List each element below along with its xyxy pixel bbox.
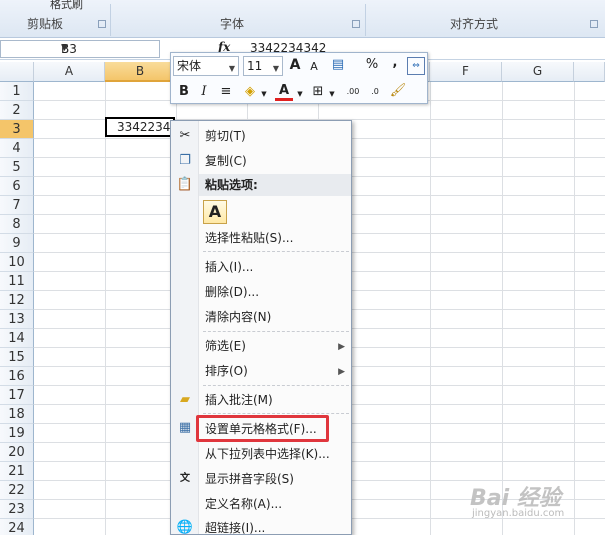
hyperlink-icon: 🌐 [176, 520, 194, 535]
menu-item-hyperlink[interactable]: 超链接(I)... [199, 517, 351, 535]
menu-separator [203, 331, 349, 332]
row-header[interactable]: 20 [0, 443, 34, 462]
italic-icon[interactable]: I [195, 84, 213, 102]
row-header[interactable]: 16 [0, 367, 34, 386]
row-header[interactable]: 9 [0, 234, 34, 253]
row-header[interactable]: 19 [0, 424, 34, 443]
scissors-icon: ✂ [179, 128, 191, 143]
clipboard-group-label: 剪贴板 [27, 17, 64, 31]
row-header[interactable]: 1 [0, 82, 34, 101]
chevron-right-icon: ▶ [338, 342, 345, 352]
font-name-value: 宋体 [177, 59, 202, 73]
row-header[interactable]: 6 [0, 177, 34, 196]
percent-style-icon[interactable]: % [363, 57, 381, 75]
row-header[interactable]: 5 [0, 158, 34, 177]
row-header[interactable]: 14 [0, 329, 34, 348]
chevron-down-icon[interactable]: ▼ [291, 86, 309, 104]
column-header-f[interactable]: F [430, 62, 502, 82]
format-painter-icon[interactable]: 🖌 [389, 83, 407, 101]
column-header-g[interactable]: G [502, 62, 574, 82]
select-all-corner[interactable] [0, 62, 34, 82]
center-align-icon[interactable]: ≡ [217, 84, 235, 102]
column-header-partial[interactable] [574, 62, 605, 82]
row-header[interactable]: 7 [0, 196, 34, 215]
alignment-group-label: 对齐方式 [450, 17, 499, 31]
menu-item-paste-options: 粘贴选项: [199, 174, 351, 196]
row-header[interactable]: 13 [0, 310, 34, 329]
chevron-down-icon[interactable]: ▼ [61, 43, 155, 53]
menu-separator [203, 413, 349, 414]
accounting-format-icon[interactable]: ▤ [329, 57, 347, 75]
row-header[interactable]: 17 [0, 386, 34, 405]
grow-font-icon[interactable]: A [286, 57, 304, 75]
menu-item-cut[interactable]: 剪切(T) [199, 125, 351, 147]
menu-item-clear-contents[interactable]: 清除内容(N) [199, 306, 351, 328]
row-header[interactable]: 11 [0, 272, 34, 291]
row-header[interactable]: 4 [0, 139, 34, 158]
paste-option-button[interactable]: A [203, 200, 227, 224]
increase-decimal-icon[interactable]: .00 [341, 84, 365, 102]
ribbon-divider [110, 4, 111, 36]
ribbon-divider [365, 4, 366, 36]
row-header[interactable]: 24 [0, 519, 34, 535]
row-header[interactable]: 22 [0, 481, 34, 500]
font-size-value: 11 [247, 59, 263, 73]
font-size-select[interactable]: 11 ▼ [243, 56, 283, 76]
row-header[interactable]: 10 [0, 253, 34, 272]
font-launcher-icon[interactable] [352, 20, 360, 28]
column-header-a[interactable]: A [34, 62, 105, 82]
pinyin-icon: 文 [180, 473, 190, 484]
format-cells-icon: ▦ [178, 420, 192, 435]
chevron-down-icon[interactable]: ▼ [273, 60, 279, 78]
row-header[interactable]: 2 [0, 101, 34, 120]
menu-separator [203, 251, 349, 252]
chevron-down-icon[interactable]: ▼ [323, 86, 341, 104]
format-painter-button[interactable]: 格式刷 [50, 0, 83, 12]
decrease-decimal-icon[interactable]: .0 [363, 84, 387, 102]
comment-icon: ▰ [180, 392, 190, 407]
menu-item-sort[interactable]: 排序(O) [199, 360, 351, 382]
row-header[interactable]: 8 [0, 215, 34, 234]
menu-item-show-pinyin[interactable]: 显示拼音字段(S) [199, 468, 351, 490]
copy-icon: ❐ [179, 153, 191, 168]
menu-item-define-name[interactable]: 定义名称(A)... [199, 493, 351, 515]
cell-b3[interactable]: 3342234342 [105, 117, 175, 137]
row-header[interactable]: 23 [0, 500, 34, 519]
clipboard-launcher-icon[interactable] [98, 20, 106, 28]
menu-item-copy[interactable]: 复制(C) [199, 150, 351, 172]
chevron-right-icon: ▶ [338, 367, 345, 377]
name-box[interactable]: B3 ▼ [0, 40, 160, 58]
menu-item-paste-special[interactable]: 选择性粘贴(S)... [199, 227, 351, 249]
row-header[interactable]: 3 [0, 120, 34, 139]
row-header[interactable]: 18 [0, 405, 34, 424]
bold-icon[interactable]: B [175, 84, 193, 102]
font-group-label: 字体 [220, 17, 245, 31]
row-header[interactable]: 15 [0, 348, 34, 367]
chevron-down-icon[interactable]: ▼ [229, 60, 235, 78]
context-menu: ✂ 剪切(T) ❐ 复制(C) 📋 粘贴选项: A 选择性粘贴(S)... 插入… [170, 120, 352, 535]
menu-separator [203, 385, 349, 386]
watermark-url: jingyan.baidu.com [472, 508, 565, 519]
ribbon: 格式刷 剪贴板 字体 对齐方式 [0, 0, 605, 38]
comma-style-icon[interactable]: , [386, 55, 404, 73]
menu-item-insert-comment[interactable]: 插入批注(M) [199, 389, 351, 411]
menu-item-insert[interactable]: 插入(I)... [199, 256, 351, 278]
menu-item-pick-from-list[interactable]: 从下拉列表中选择(K)... [199, 443, 351, 465]
chevron-down-icon[interactable]: ▼ [255, 86, 273, 104]
column-header-b[interactable]: B [105, 62, 176, 82]
font-name-select[interactable]: 宋体 ▼ [173, 56, 239, 76]
menu-item-filter[interactable]: 筛选(E) [199, 335, 351, 357]
paste-icon: 📋 [176, 177, 194, 192]
shrink-font-icon[interactable]: A [305, 59, 323, 77]
highlight-box [196, 415, 329, 442]
alignment-launcher-icon[interactable] [590, 20, 598, 28]
mini-toolbar: 宋体 ▼ 11 ▼ A A ▤ % , ⇔ B I ≡ ◈ ▼ A ▼ ⊞ ▼ … [170, 52, 428, 104]
menu-item-delete[interactable]: 删除(D)... [199, 281, 351, 303]
row-header[interactable]: 21 [0, 462, 34, 481]
row-header[interactable]: 12 [0, 291, 34, 310]
merge-center-icon[interactable]: ⇔ [407, 57, 425, 75]
